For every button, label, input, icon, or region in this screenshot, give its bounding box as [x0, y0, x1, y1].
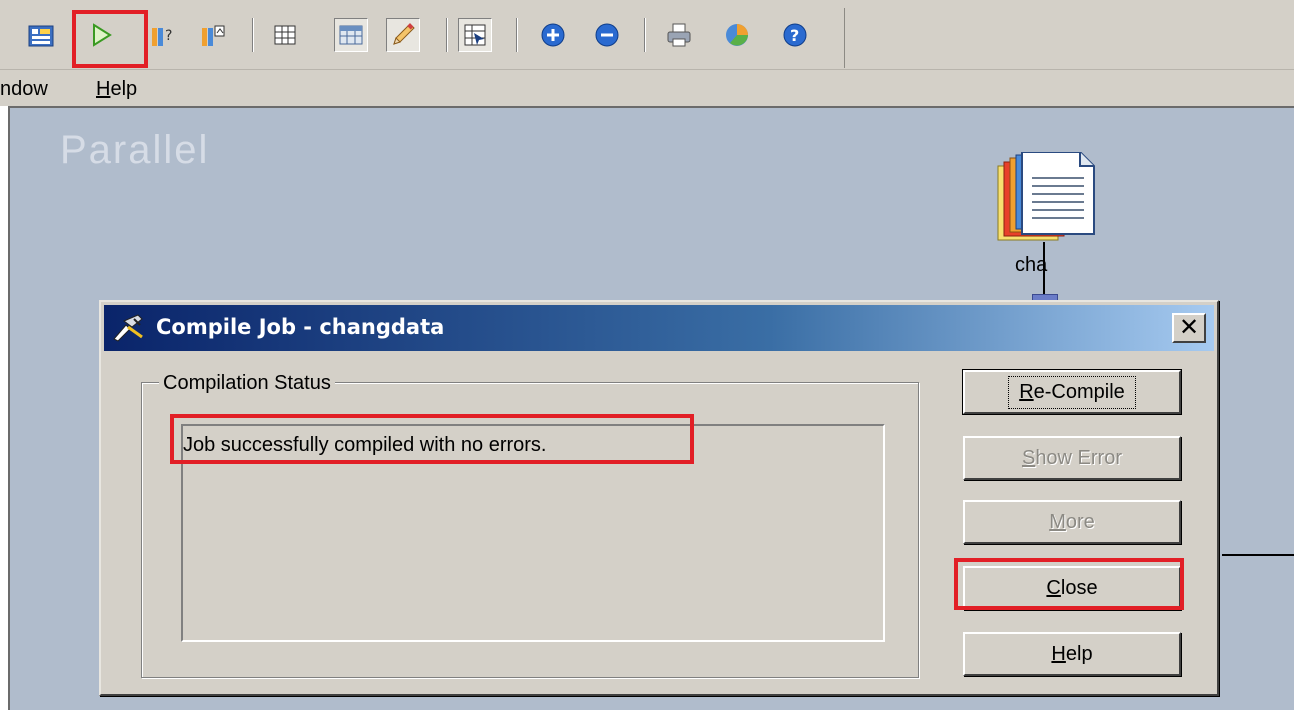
zoom-out-icon[interactable]: [590, 18, 624, 52]
show-error-button[interactable]: Show Error: [963, 436, 1181, 480]
sequential-file-stage-icon[interactable]: [988, 152, 1096, 244]
dialog-title: Compile Job - changdata: [156, 315, 445, 339]
stage-label: cha: [1015, 254, 1048, 276]
menu-window[interactable]: ndow: [0, 78, 48, 101]
run-icon[interactable]: ?: [146, 18, 180, 52]
recompile-button[interactable]: Re-Compile: [962, 369, 1182, 415]
svg-text:?: ?: [790, 26, 799, 45]
grid-icon[interactable]: [268, 18, 302, 52]
toolbar-separator: [252, 18, 254, 52]
chart-icon[interactable]: [720, 18, 754, 52]
menu-help-label: elp: [110, 78, 138, 100]
highlight-status-message: [170, 414, 694, 464]
dialog-close-x-button[interactable]: ✕: [1172, 313, 1206, 343]
help-mnemonic: H: [1051, 642, 1066, 665]
toolbar-separator: [446, 18, 448, 52]
toolbar: ? ?: [0, 0, 1294, 70]
dialog-titlebar[interactable]: Compile Job - changdata ✕: [104, 305, 1214, 351]
highlight-close-button: [954, 558, 1184, 610]
help-button[interactable]: Help: [963, 632, 1181, 676]
highlight-compile-button: [72, 10, 148, 68]
job-status-icon[interactable]: [196, 18, 230, 52]
job-properties-icon[interactable]: [24, 18, 58, 52]
stage-link-horizontal: [1222, 554, 1294, 556]
svg-text:?: ?: [165, 28, 172, 44]
menu-help[interactable]: Help: [96, 78, 137, 101]
palette-icon[interactable]: [458, 18, 492, 52]
menu-help-mnemonic: H: [96, 78, 111, 100]
canvas-watermark: Parallel: [60, 128, 210, 172]
compile-job-dialog: Compile Job - changdata ✕ Compilation St…: [99, 300, 1219, 696]
help-icon[interactable]: ?: [778, 18, 812, 52]
show-error-mnemonic: S: [1021, 446, 1036, 469]
more-button[interactable]: More: [963, 500, 1181, 544]
recompile-mnemonic: R: [1019, 380, 1034, 403]
zoom-in-icon[interactable]: [536, 18, 570, 52]
compilation-status-label: Compilation Status: [159, 372, 335, 395]
more-mnemonic: M: [1049, 510, 1066, 533]
compile-icon: [113, 314, 143, 342]
table-definition-icon[interactable]: [334, 18, 368, 52]
more-button-label: More: [1049, 511, 1095, 534]
menu-bar: ndow Help: [0, 70, 1294, 106]
more-text: ore: [1065, 510, 1095, 533]
close-icon: ✕: [1178, 314, 1200, 341]
help-button-label: Help: [1051, 643, 1092, 666]
toolbar-separator: [644, 18, 646, 52]
print-icon[interactable]: [662, 18, 696, 52]
show-error-button-label: Show Error: [1022, 447, 1122, 470]
toolbar-separator: [516, 18, 518, 52]
annotation-pencil-icon[interactable]: [386, 18, 420, 52]
help-text: elp: [1065, 642, 1093, 665]
show-error-text: how Error: [1035, 446, 1123, 469]
recompile-button-label: Re-Compile: [1008, 375, 1136, 409]
recompile-text: e-Compile: [1033, 380, 1125, 403]
